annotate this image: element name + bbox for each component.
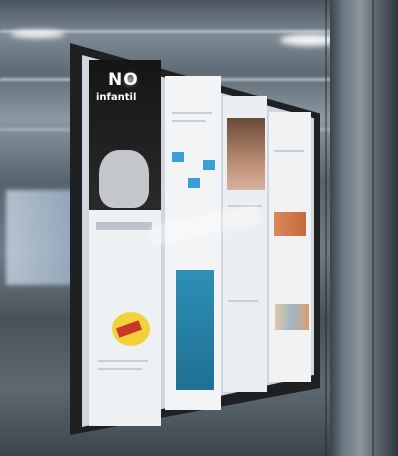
blue-icon xyxy=(172,152,184,162)
text-line xyxy=(172,112,212,114)
portrait-photo xyxy=(227,118,265,190)
ceiling-light xyxy=(10,30,65,38)
text-line xyxy=(172,120,206,122)
text-line xyxy=(228,300,258,302)
raised-hand-photo xyxy=(99,150,149,208)
text-line xyxy=(98,368,142,370)
blue-info-column xyxy=(176,270,214,390)
text-line xyxy=(98,360,148,362)
panel-seam xyxy=(372,0,374,456)
reflected-window xyxy=(6,190,76,285)
photo-strip xyxy=(275,304,309,330)
elevator-side-wall xyxy=(330,0,398,456)
orange-photo xyxy=(274,212,306,236)
text-line xyxy=(274,150,304,152)
poster-headline: NO xyxy=(108,70,139,90)
glass-glint xyxy=(126,76,134,84)
blue-icon xyxy=(188,178,200,188)
elevator-interior: NO infantil xyxy=(0,0,398,456)
panel-seam xyxy=(325,0,327,456)
poster-subline: infantil xyxy=(96,92,137,103)
poster-4 xyxy=(269,112,311,382)
blue-icon xyxy=(203,160,215,170)
logo-strip xyxy=(96,222,152,230)
